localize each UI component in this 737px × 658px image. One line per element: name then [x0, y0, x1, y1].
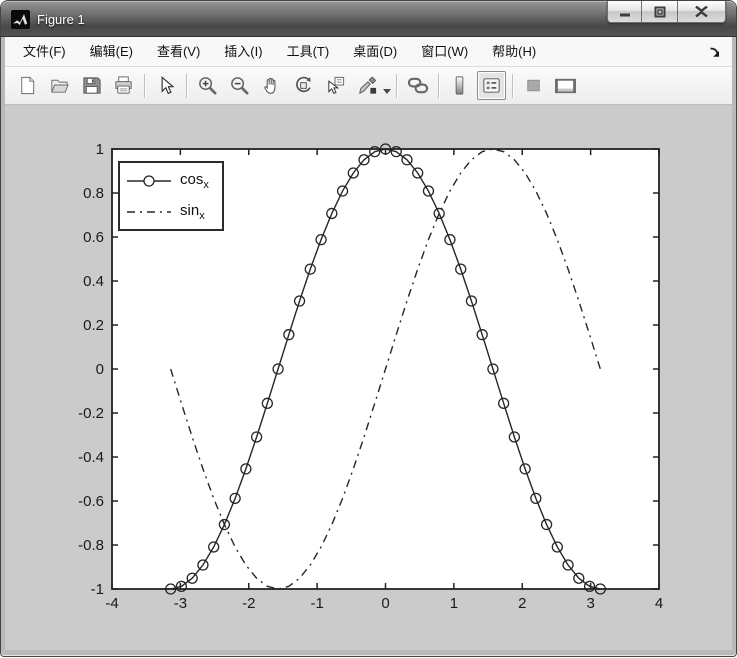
- matlab-logo-icon: [11, 10, 30, 29]
- svg-text:-4: -4: [105, 595, 118, 612]
- menu-item-edit[interactable]: 编辑(E): [78, 37, 145, 66]
- svg-text:-1: -1: [310, 595, 323, 612]
- data-cursor-icon: [325, 75, 346, 96]
- figure-canvas: -4 -3 -2 -1 0 1 2 3 4 1 0.8 0.6 0.4 0.2 0 -0.2 -0.4 -0.6 -…: [5, 105, 732, 650]
- hide-plot-tools-button[interactable]: [519, 71, 548, 100]
- svg-text:-0.8: -0.8: [78, 537, 104, 554]
- legend-label-cos: cosx: [180, 171, 209, 191]
- save-figure-button[interactable]: [77, 71, 106, 100]
- brush-dropdown-caret-icon[interactable]: [383, 88, 391, 94]
- legend-line-dashdot-icon: [127, 205, 171, 219]
- title-bar[interactable]: Figure 1: [1, 1, 736, 37]
- insert-legend-button[interactable]: [477, 71, 506, 100]
- window-title: Figure 1: [37, 12, 85, 27]
- minimize-button[interactable]: [607, 1, 642, 23]
- link-plot-button[interactable]: [403, 71, 432, 100]
- pan-hand-icon: [261, 75, 282, 96]
- new-figure-icon: [17, 75, 38, 96]
- save-icon: [81, 75, 102, 96]
- menu-item-desktop[interactable]: 桌面(D): [341, 37, 409, 66]
- data-cursor-button[interactable]: [321, 71, 350, 100]
- toolbar-separator: [512, 74, 513, 98]
- menu-item-window[interactable]: 窗口(W): [409, 37, 480, 66]
- svg-text:2: 2: [518, 595, 526, 612]
- new-figure-button[interactable]: [13, 71, 42, 100]
- svg-text:1: 1: [96, 141, 104, 158]
- open-file-icon: [49, 75, 70, 96]
- figure-toolbar: [5, 67, 732, 105]
- legend-label-sin: sinx: [180, 202, 205, 222]
- axes-plot[interactable]: -4 -3 -2 -1 0 1 2 3 4 1 0.8 0.6 0.4 0.2 0 -0.2 -0.4 -0.6 -…: [5, 105, 734, 652]
- open-file-button[interactable]: [45, 71, 74, 100]
- zoom-out-icon: [229, 75, 250, 96]
- svg-text:0.6: 0.6: [83, 229, 104, 246]
- brush-icon: [357, 75, 378, 96]
- svg-text:-3: -3: [174, 595, 187, 612]
- rotate-3d-button[interactable]: [289, 71, 318, 100]
- menu-bar: 文件(F) 编辑(E) 查看(V) 插入(I) 工具(T) 桌面(D) 窗口(W…: [5, 37, 732, 67]
- insert-colorbar-icon: [449, 75, 470, 96]
- edit-plot-cursor-icon: [155, 75, 176, 96]
- svg-text:-0.6: -0.6: [78, 493, 104, 510]
- menu-item-view[interactable]: 查看(V): [145, 37, 212, 66]
- close-button[interactable]: [677, 1, 726, 23]
- svg-text:3: 3: [586, 595, 594, 612]
- legend-entry-sin: sinx: [120, 196, 222, 227]
- legend-entry-cos: cosx: [120, 165, 222, 196]
- svg-text:4: 4: [655, 595, 663, 612]
- hide-plot-tools-icon: [523, 75, 544, 96]
- pan-button[interactable]: [257, 71, 286, 100]
- figure-window: Figure 1 文件(F) 编辑(E) 查看(V) 插入(I) 工具(T) 桌…: [1, 1, 736, 656]
- brush-data-button[interactable]: [353, 71, 382, 100]
- zoom-out-button[interactable]: [225, 71, 254, 100]
- dock-figure-arrow-icon[interactable]: [708, 45, 722, 59]
- zoom-in-button[interactable]: [193, 71, 222, 100]
- svg-text:-1: -1: [91, 581, 104, 598]
- maximize-icon: [654, 6, 666, 18]
- caption-buttons: [607, 1, 726, 23]
- svg-text:0.2: 0.2: [83, 317, 104, 334]
- show-plot-tools-icon: [553, 75, 578, 96]
- toolbar-separator: [186, 74, 187, 98]
- insert-colorbar-button[interactable]: [445, 71, 474, 100]
- minimize-icon: [619, 6, 631, 18]
- menu-item-tools[interactable]: 工具(T): [275, 37, 342, 66]
- menu-item-file[interactable]: 文件(F): [11, 37, 78, 66]
- show-plot-tools-button[interactable]: [551, 71, 580, 100]
- print-icon: [113, 75, 134, 96]
- zoom-in-icon: [197, 75, 218, 96]
- menu-item-insert[interactable]: 插入(I): [212, 37, 274, 66]
- edit-plot-button[interactable]: [151, 71, 180, 100]
- svg-text:-0.2: -0.2: [78, 405, 104, 422]
- svg-text:-2: -2: [242, 595, 255, 612]
- legend-line-solid-circle-icon: [127, 174, 171, 188]
- svg-text:0.4: 0.4: [83, 273, 104, 290]
- svg-text:-0.4: -0.4: [78, 449, 104, 466]
- svg-text:0: 0: [381, 595, 389, 612]
- svg-text:1: 1: [450, 595, 458, 612]
- insert-legend-icon: [481, 75, 502, 96]
- close-icon: [695, 6, 708, 17]
- toolbar-separator: [438, 74, 439, 98]
- rotate-3d-icon: [293, 75, 314, 96]
- toolbar-separator: [396, 74, 397, 98]
- link-plot-icon: [406, 75, 430, 96]
- plot-legend[interactable]: cosx sinx: [118, 161, 224, 231]
- svg-text:0.8: 0.8: [83, 185, 104, 202]
- svg-text:0: 0: [96, 361, 104, 378]
- toolbar-separator: [144, 74, 145, 98]
- maximize-button[interactable]: [642, 1, 677, 23]
- menu-item-help[interactable]: 帮助(H): [480, 37, 548, 66]
- print-figure-button[interactable]: [109, 71, 138, 100]
